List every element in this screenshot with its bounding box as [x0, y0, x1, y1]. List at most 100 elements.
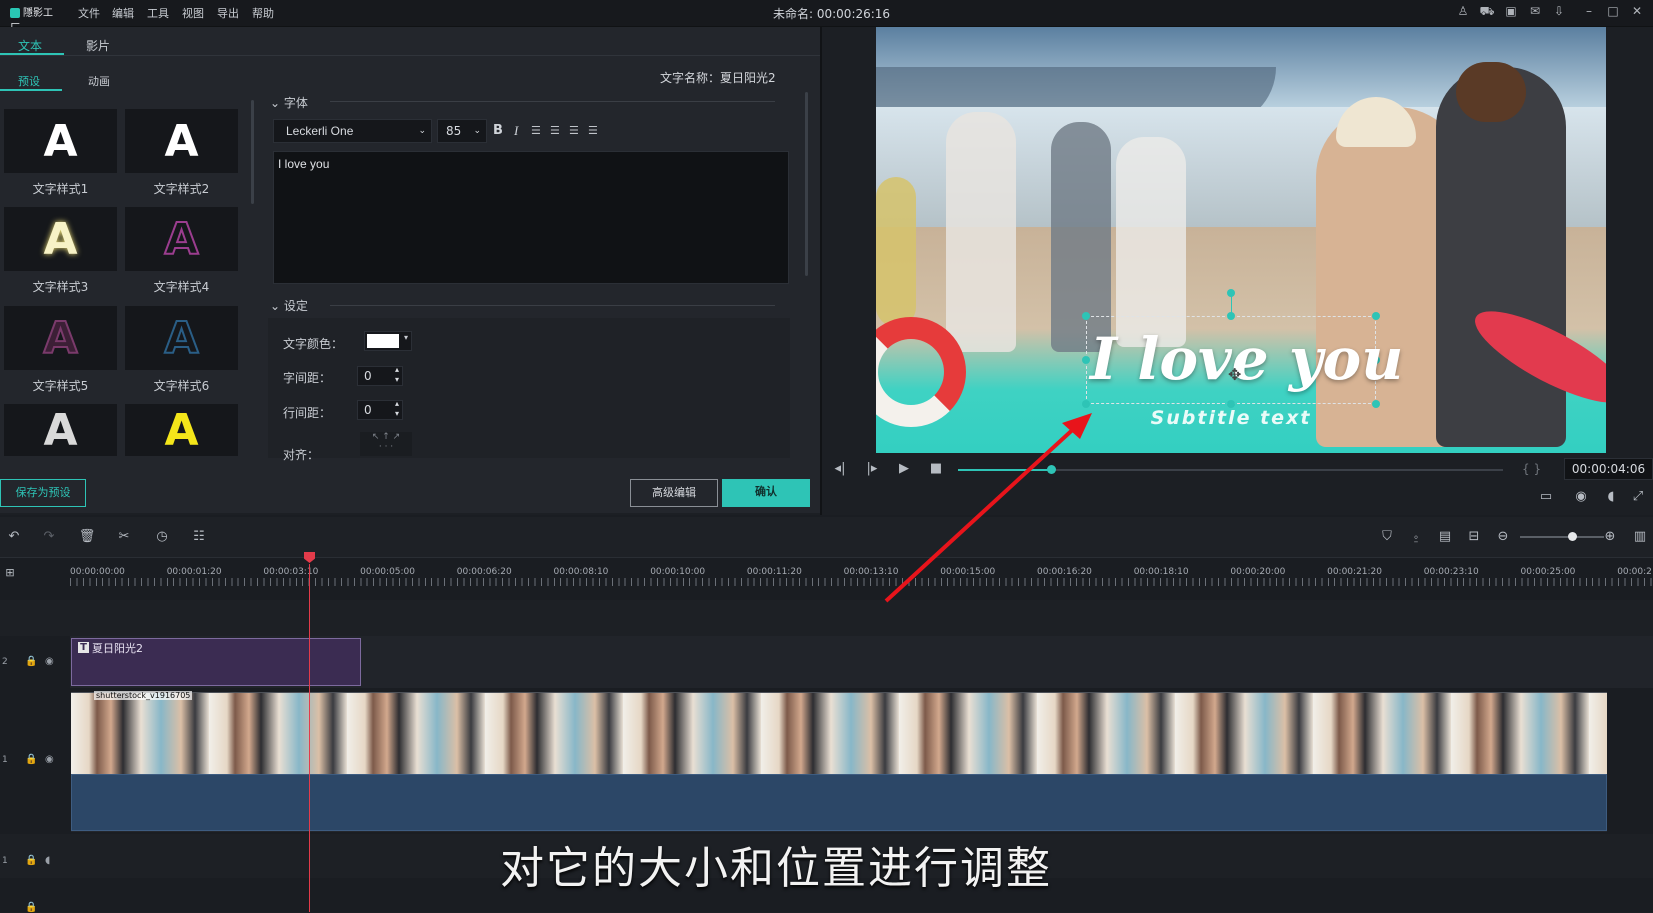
undo-icon[interactable]: ↶: [4, 529, 24, 544]
text-clip[interactable]: T 夏日阳光2: [71, 638, 361, 686]
line-spacing-stepper[interactable]: 0 ▴ ▾: [357, 399, 403, 420]
tab-text[interactable]: 文本: [18, 37, 42, 54]
fullscreen-icon[interactable]: ⤢: [1628, 489, 1648, 504]
align-left-icon[interactable]: ☰: [531, 124, 541, 137]
marker-icon[interactable]: ⛉: [1377, 529, 1397, 544]
stepper-arrows-icon[interactable]: ▴ ▾: [395, 365, 399, 385]
move-cursor-icon: ✥: [1228, 365, 1242, 384]
video-preview[interactable]: I love you Subtitle text ✥: [876, 27, 1606, 453]
save-preset-button[interactable]: 保存为预设: [0, 479, 86, 507]
app-logo: 隱影工厂: [10, 4, 58, 34]
panel-toggle-icon[interactable]: ▥: [1630, 529, 1650, 544]
menu-edit[interactable]: 编辑: [112, 5, 134, 21]
mic-icon[interactable]: ⍛: [1406, 529, 1426, 544]
lock-icon[interactable]: 🔒: [25, 855, 37, 866]
zoom-slider-thumb[interactable]: [1568, 532, 1577, 541]
letter-spacing-stepper[interactable]: 0 ▴ ▾: [357, 365, 403, 386]
video-clip-thumbnails[interactable]: [71, 692, 1607, 775]
subtitle-overlay-text[interactable]: Subtitle text: [1086, 407, 1376, 429]
lock-icon[interactable]: 🔒: [25, 656, 37, 667]
volume-icon[interactable]: ◖: [1601, 489, 1621, 504]
save-icon[interactable]: ▣: [1503, 4, 1519, 20]
bold-icon[interactable]: B: [493, 123, 503, 138]
mail-icon[interactable]: ✉: [1527, 4, 1543, 20]
resize-handle[interactable]: [1082, 312, 1090, 320]
confirm-button[interactable]: 确认: [722, 479, 810, 507]
preset-style-7[interactable]: A: [4, 404, 117, 456]
stepper-arrows-icon[interactable]: ▴ ▾: [395, 399, 399, 419]
font-section-toggle[interactable]: ⌄ 字体: [270, 94, 308, 111]
eye-icon[interactable]: ◉: [45, 656, 54, 667]
display-settings-icon[interactable]: ▭: [1536, 489, 1556, 504]
ruler-label: 00:00:10:00: [650, 567, 706, 577]
editor-scrollbar[interactable]: [805, 92, 808, 276]
adjust-icon[interactable]: ☷: [189, 529, 209, 544]
italic-icon[interactable]: I: [514, 123, 518, 139]
ruler-label: 00:00:21:20: [1327, 567, 1382, 577]
letter-spacing-value: 0: [364, 369, 372, 383]
preset-glyph: A: [163, 213, 199, 266]
align-right-icon[interactable]: ☰: [569, 124, 579, 137]
preset-scrollbar[interactable]: [251, 100, 254, 204]
align-center-icon[interactable]: ☰: [550, 124, 560, 137]
person-figure: [946, 112, 1016, 352]
lock-icon[interactable]: 🔒: [25, 902, 37, 913]
preset-style-6[interactable]: A: [125, 306, 238, 370]
preset-style-4[interactable]: A: [125, 207, 238, 271]
mark-in-out-icon[interactable]: { }: [1522, 462, 1541, 476]
menu-help[interactable]: 帮助: [252, 5, 274, 21]
delete-icon[interactable]: 🗑: [77, 529, 97, 544]
preset-style-8[interactable]: A: [125, 404, 238, 456]
user-icon[interactable]: ♙: [1455, 4, 1471, 20]
preset-style-2[interactable]: A: [125, 109, 238, 173]
cut-icon[interactable]: ✂: [114, 529, 134, 544]
logo-icon: [10, 8, 20, 18]
timeline-ruler[interactable]: [70, 578, 1653, 586]
redo-icon[interactable]: ↷: [39, 529, 59, 544]
lock-icon[interactable]: 🔒: [25, 754, 37, 765]
preset-style-1[interactable]: A: [4, 109, 117, 173]
menu-view[interactable]: 视图: [182, 5, 204, 21]
tab-film[interactable]: 影片: [86, 37, 110, 54]
minimize-icon[interactable]: –: [1581, 4, 1597, 20]
font-size-select[interactable]: 85 ⌄: [437, 119, 487, 143]
play-step-icon[interactable]: |▸: [862, 461, 882, 476]
speed-icon[interactable]: ◷: [152, 529, 172, 544]
font-family-select[interactable]: Leckerli One ⌄: [273, 119, 432, 143]
voiceover-icon[interactable]: ▤: [1435, 529, 1455, 544]
tab-animation[interactable]: 动画: [88, 73, 110, 89]
menu-export[interactable]: 导出: [217, 5, 239, 21]
maximize-icon[interactable]: □: [1605, 4, 1621, 20]
resize-handle[interactable]: [1082, 356, 1090, 364]
resize-handle[interactable]: [1372, 312, 1380, 320]
divider: [820, 27, 822, 515]
menu-tools[interactable]: 工具: [147, 5, 169, 21]
advanced-edit-button[interactable]: 高级编辑: [630, 479, 718, 507]
text-content-input[interactable]: I love you: [273, 151, 789, 284]
menu-file[interactable]: 文件: [78, 5, 100, 21]
preset-glyph: A: [43, 115, 78, 167]
align-justify-icon[interactable]: ☰: [588, 124, 598, 137]
add-track-icon[interactable]: ⊞: [0, 566, 20, 579]
prev-frame-icon[interactable]: ◂|: [830, 461, 850, 476]
text-color-picker[interactable]: ▾: [364, 331, 412, 351]
tab-preset[interactable]: 预设: [18, 73, 40, 89]
text-name-label: 文字名称：夏日阳光2: [660, 71, 776, 85]
annotation-arrow: [884, 413, 1092, 603]
audio-waveform-clip[interactable]: [71, 774, 1607, 831]
preset-style-5[interactable]: A: [4, 306, 117, 370]
position-align-grid[interactable]: ↖ ↑ ↗ · · ·: [360, 432, 412, 456]
zoom-out-icon[interactable]: ⊖: [1493, 529, 1513, 544]
eye-icon[interactable]: ◉: [45, 754, 54, 765]
cart-icon[interactable]: ⛟: [1479, 4, 1495, 20]
speaker-icon[interactable]: ◖: [45, 855, 50, 866]
track-number: 2: [2, 657, 8, 667]
settings-section-toggle[interactable]: ⌄ 设定: [270, 297, 308, 314]
split-screen-icon[interactable]: ⊟: [1464, 529, 1484, 544]
download-icon[interactable]: ⇩: [1551, 4, 1567, 20]
zoom-slider-track[interactable]: [1520, 536, 1604, 538]
zoom-in-icon[interactable]: ⊕: [1600, 529, 1620, 544]
preset-style-3[interactable]: A: [4, 207, 117, 271]
close-icon[interactable]: ✕: [1629, 4, 1645, 20]
snapshot-icon[interactable]: ◉: [1571, 489, 1591, 504]
